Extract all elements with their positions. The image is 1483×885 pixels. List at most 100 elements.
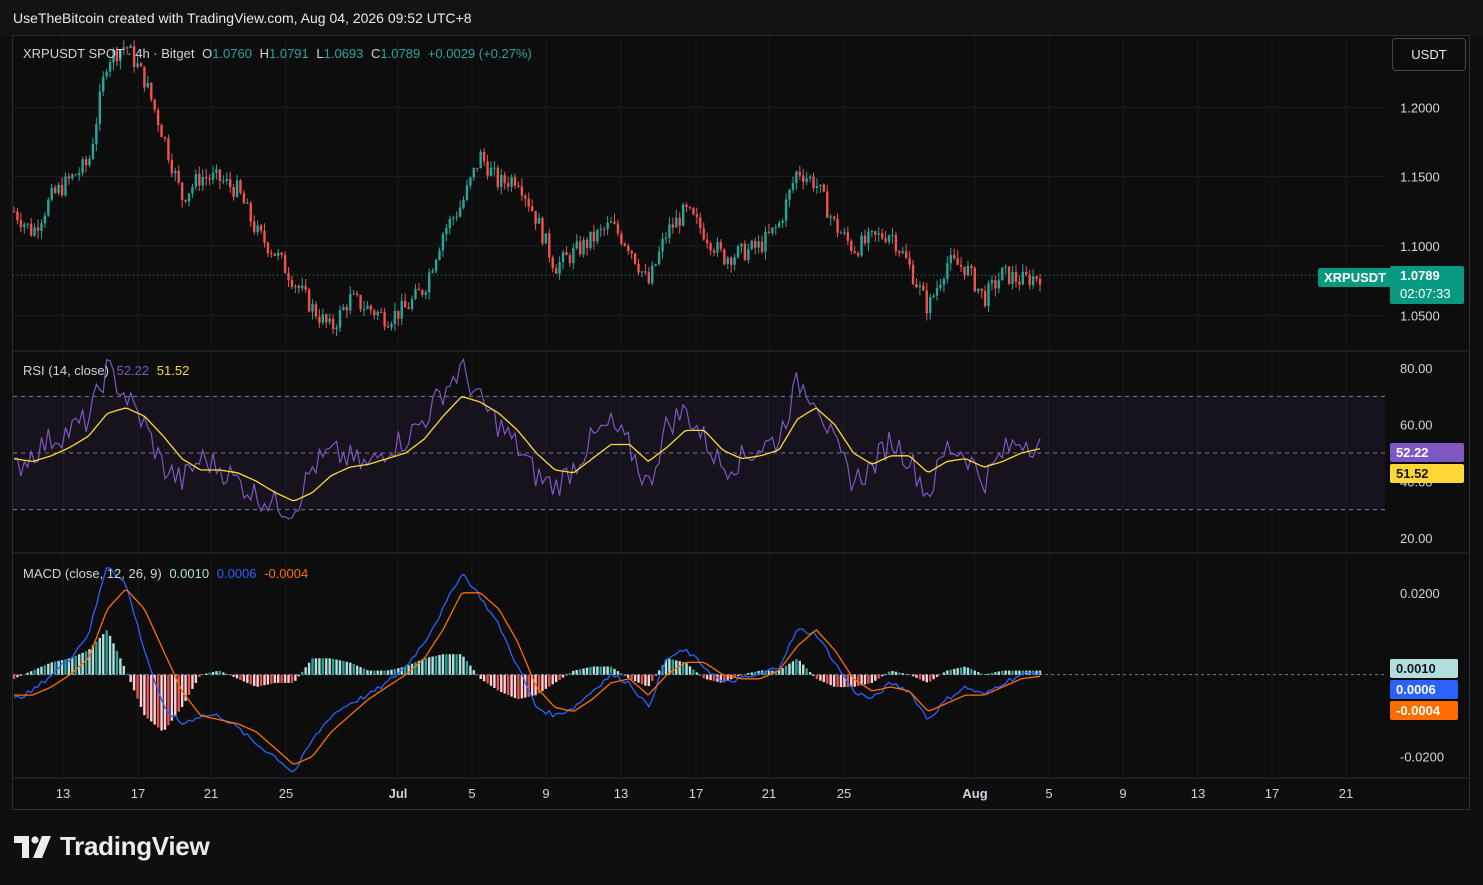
macd-hist-bar-up [678,661,681,675]
rsi-title[interactable]: RSI (14, close) [23,363,109,378]
macd-hist-bar-up [599,666,602,675]
macd-hist-bar-down [294,674,297,681]
candle-down [719,242,723,250]
macd-hist-bar-down [242,674,246,682]
candle-down [767,231,771,233]
symbol-title[interactable]: XRPUSDT SPOT · 4h · Bitget [23,46,194,61]
macd-hist-bar-down [496,674,500,691]
candle-down [421,290,424,295]
candle-up [445,227,448,235]
candle-up [400,300,403,319]
candle-down [239,180,242,193]
macd-hist-bar-down [287,674,290,683]
macd-hist-bar-up [949,669,952,675]
macd-hist-bar-down [146,674,150,719]
macd-axis-label: -0.0200 [1400,750,1444,765]
candle-down [983,290,987,307]
currency-button[interactable]: USDT [1392,38,1466,71]
macd-hist-bar-down [939,674,942,676]
candle-down [184,199,187,202]
macd-legend: MACD (close, 12, 26, 9) 0.0010 0.0006 -0… [23,566,312,581]
candle-up [479,151,482,169]
candle-down [613,221,616,224]
macd-hist-bar-down [493,674,496,689]
macd-hist-bar-down [822,674,826,683]
candle-down [863,235,867,244]
candle-down [753,240,757,248]
macd-hist-bar-down [198,674,201,677]
price-axis-label: 1.0500 [1400,308,1440,323]
time-axis-label: 25 [837,786,851,801]
candle-down [242,192,246,204]
macd-hist-bar-down [877,674,880,679]
candle-down [798,171,801,176]
macd-hist-bar-down [867,674,870,684]
macd-hist-bar-up [379,670,383,675]
macd-hist-bar-down [266,674,270,685]
macd-hist-bar-down [194,674,198,683]
candle-up [596,230,599,242]
macd-hist-bar-up [1011,670,1014,675]
macd-hist-bar-up [603,666,606,675]
candle-up [774,227,777,229]
macd-value: 0.0006 [216,566,257,581]
time-axis-label: 21 [762,786,776,801]
chart-canvas[interactable]: 1.0500 1.1000 1.1500 1.2000 13 17 21 25 Jul 5 9 13 1… [0,0,1483,885]
candle-up [174,170,177,174]
macd-hist-bar-up [431,656,434,675]
candle-down [603,228,606,230]
candle-down [218,169,222,182]
macd-hist-bar-up [50,662,53,675]
macd-hist-bar-down [232,674,235,677]
price-axis-label: 1.2000 [1400,100,1440,115]
open-value: 1.0760 [212,46,252,61]
macd-hist-bar-up [798,660,801,675]
macd-hist-bar-up [592,666,596,675]
candle-up [146,82,150,88]
macd-hist-bar-up [84,651,88,675]
candle-up [829,216,832,218]
macd-hist-bar-up [373,670,376,675]
time-axis-label: Aug [962,786,987,801]
symbol-legend: XRPUSDT SPOT · 4h · Bitget O1.0760 H1.07… [23,46,536,61]
macd-hist-bar-down [520,674,524,699]
macd-hist-bar-up [942,672,946,675]
macd-hist-bar-down [548,674,551,687]
candle-down [723,249,726,265]
macd-hist-bar-up [47,663,50,675]
candle-down [592,231,596,242]
candle-up [716,242,719,253]
macd-hist-bar-up [458,654,462,675]
candle-up [651,265,654,284]
candle-up [657,251,661,265]
candle-up [843,232,846,234]
candle-down [397,310,400,319]
candle-up [805,178,808,182]
open-label: O [202,46,213,61]
candle-down [513,177,517,186]
macd-hist-bar-down [136,674,139,699]
macd-hist-bar-down [541,674,544,692]
macd-hist-bar-up [582,668,585,675]
time-axis-label: 21 [1339,786,1353,801]
candle-down [307,289,311,312]
candle-down [712,250,716,253]
candle-down [678,217,681,226]
candle-up [108,62,112,72]
candle-down [565,252,568,256]
macd-hist-bar-up [1018,670,1021,675]
tradingview-logo[interactable]: TradingView [14,831,210,862]
macd-hist-bar-up [685,663,688,675]
candle-down [1025,272,1028,275]
time-axis-label: 17 [131,786,145,801]
candle-up [664,237,668,239]
candle-down [314,304,318,317]
macd-title[interactable]: MACD (close, 12, 26, 9) [23,566,162,581]
macd-hist-bar-up [808,672,812,675]
rsi-ma-tag: 51.52 [1390,464,1464,483]
macd-hist-bar-up [692,669,695,675]
candle-up [40,223,43,231]
macd-hist-bar-down [156,674,160,728]
candle-down [925,290,928,314]
candle-down [760,241,764,252]
